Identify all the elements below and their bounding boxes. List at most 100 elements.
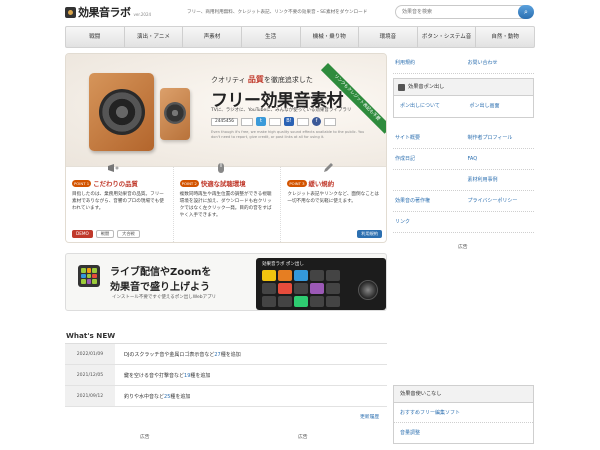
point-title: 緩い規約	[308, 180, 335, 188]
point-title: 快適な試聴環境	[200, 180, 246, 188]
news-text: DJのスクラッチ音や金属ロゴ表示音など27種を追加	[124, 351, 241, 358]
news-list: 2022/01/09 DJのスクラッチ音や金属ロゴ表示音など27種を追加 202…	[65, 343, 387, 407]
point-terms: POINT 3 緩い規約 クレジット表記やリンクなど、面倒なことは一切不用なので気…	[281, 163, 386, 242]
facebook-share-icon[interactable]: f	[311, 117, 321, 126]
nav-item-life[interactable]: 生活	[242, 27, 301, 47]
news-title: What's NEW	[66, 331, 116, 340]
nav-item-environment[interactable]: 環境音	[359, 27, 418, 47]
site-header: 効果音ラボ ver.2024 フリー、商用利用無料、クレジット表記、リンク不要の…	[0, 0, 600, 24]
speaker-illustration	[89, 73, 154, 151]
search-box: ⌕	[395, 5, 534, 19]
live-app-title: 効果音ラボ ポン出し	[262, 262, 304, 267]
sidebar-row: ポン出しについて ポン出し画面	[394, 96, 533, 117]
category-nav: 戦闘 演出・アニメ 声素材 生活 機械・乗り物 環境音 ボタン・システム音 自然…	[65, 26, 535, 48]
share-count	[296, 117, 309, 126]
search-button[interactable]: ⌕	[518, 5, 534, 19]
nav-item-nature[interactable]: 自然・動物	[476, 27, 534, 47]
ponndashi-about-link[interactable]: ポン出しについて	[394, 96, 464, 117]
sidebar-row: リンク	[393, 212, 534, 233]
tips-box-title: 効果音使いこなし	[394, 386, 533, 403]
copyright-link[interactable]: 効果音の著作権	[393, 191, 462, 211]
news-row: 2021/09/12 釣りや水中音など25種を追加	[65, 386, 387, 407]
ponndashi-box: 効果音ポン出し ポン出しについて ポン出し画面	[393, 78, 534, 118]
empty-link	[393, 170, 462, 190]
sidebar-row: 素材利用事例	[393, 170, 534, 191]
faq-link[interactable]: FAQ	[462, 149, 535, 169]
share-count	[323, 117, 336, 126]
ad-label: 広告	[140, 435, 150, 440]
terms-button[interactable]: 利用規約	[357, 230, 383, 238]
nav-item-anime[interactable]: 演出・アニメ	[125, 27, 184, 47]
privacy-link[interactable]: プライバシーポリシー	[462, 191, 535, 211]
share-row: 2445456 t B! f	[211, 117, 336, 126]
demo-battle-button[interactable]: 戦闘	[95, 230, 115, 238]
nav-item-voice[interactable]: 声素材	[183, 27, 242, 47]
tips-editor-link[interactable]: おすすめフリー編集ソフト	[394, 403, 533, 423]
demo-button[interactable]: DEMO	[72, 230, 93, 238]
twitter-share-icon[interactable]: t	[255, 117, 266, 126]
point-text: クレジット表記やリンクなど、面倒なことは一切不用なので気軽に使えます。	[287, 192, 379, 204]
site-logo[interactable]: 効果音ラボ ver.2024	[65, 5, 151, 19]
about-link[interactable]: サイト概要	[393, 128, 462, 148]
news-date: 2022/01/09	[65, 344, 115, 364]
point-number: POINT 2	[179, 180, 199, 187]
live-app-preview: 効果音ラボ ポン出し	[256, 258, 386, 310]
demo-war-button[interactable]: 大合戦	[117, 230, 140, 238]
link-page-link[interactable]: リンク	[393, 212, 462, 232]
mouse-icon	[217, 163, 224, 173]
megaphone-icon	[108, 164, 119, 172]
sidebar-row: 利用規約 お問い合わせ	[393, 53, 534, 74]
contact-link[interactable]: お問い合わせ	[462, 53, 535, 73]
live-banner[interactable]: ライブ配信やZoomを 効果音で盛り上げよう インストール不要ですぐ使えるポン出…	[65, 253, 387, 311]
news-history-link[interactable]: 更新履歴	[360, 413, 379, 420]
logo-version: ver.2024	[133, 11, 152, 17]
news-date: 2021/12/05	[65, 365, 115, 385]
sidebar-row: サイト概要 制作者プロフィール	[393, 128, 534, 149]
nav-item-button-system[interactable]: ボタン・システム音	[418, 27, 477, 47]
pad-icon	[398, 84, 405, 91]
point-text: 目指したのは、業務用効果音の品質。フリー素材でありながら、音響のプロの現場でも使…	[72, 192, 164, 211]
nav-item-machine[interactable]: 機械・乗り物	[301, 27, 360, 47]
live-note: インストール不要ですぐ使えるポン出しWebアプリ	[112, 295, 217, 300]
diary-link[interactable]: 作成日記	[393, 149, 462, 169]
pad-grid	[262, 270, 340, 307]
hero-subtitle: TVに、ラジオに、YouTubeに、みんなが使っている効果音ライブラリ	[211, 108, 352, 113]
speaker-small-illustration	[160, 88, 190, 140]
search-icon: ⌕	[524, 8, 528, 16]
hero-banner: リンクもクレジット表記も不要 クオリティ 品質を徹底追求した フリー効果音素材 …	[65, 53, 387, 243]
sidebar-links: サイト概要 制作者プロフィール 作成日記 FAQ 素材利用事例 効果音の著作権 …	[393, 128, 534, 233]
point-number: POINT 3	[287, 180, 307, 187]
tips-volume-link[interactable]: 音量調整	[394, 423, 533, 443]
sidebar: 利用規約 お問い合わせ 効果音ポン出し ポン出しについて ポン出し画面 サイト概…	[393, 53, 534, 233]
ponndashi-screen-link[interactable]: ポン出し画面	[464, 96, 534, 117]
terms-link[interactable]: 利用規約	[393, 53, 462, 73]
sidebar-ad-label: 広告	[458, 245, 468, 250]
sidebar-row: 効果音の著作権 プライバシーポリシー	[393, 191, 534, 212]
news-row: 2021/12/05 鍵を空ける音や打撃音など19種を追加	[65, 365, 387, 386]
point-number: POINT 1	[72, 180, 92, 187]
hero-top: リンクもクレジット表記も不要 クオリティ 品質を徹底追求した フリー効果音素材 …	[66, 54, 386, 166]
profile-link[interactable]: 制作者プロフィール	[462, 128, 535, 148]
site-tagline: フリー、商用利用無料、クレジット表記、リンク不要の効果音・SE素材をダウンロード	[187, 10, 368, 15]
hatena-share-icon[interactable]: B!	[283, 117, 294, 126]
logo-icon	[65, 6, 76, 18]
launchpad-icon	[78, 265, 100, 287]
usage-cases-link[interactable]: 素材利用事例	[462, 170, 535, 190]
tips-box: 効果音使いこなし おすすめフリー編集ソフト 音量調整	[393, 385, 534, 444]
nav-item-battle[interactable]: 戦闘	[66, 27, 125, 47]
point-listening: POINT 2 快適な試聴環境 複数同時再生や再生位置の調整ができる視聴環境を設計…	[174, 163, 282, 242]
volume-knob-icon	[358, 280, 378, 300]
live-headline-1: ライブ配信やZoomを	[110, 267, 212, 278]
hero-note: Even though it's free, we make high qual…	[211, 130, 365, 139]
news-text: 釣りや水中音など25種を追加	[124, 393, 191, 400]
empty-link	[462, 212, 535, 232]
live-headline-2: 効果音で盛り上げよう	[110, 282, 210, 293]
point-title: こだわりの品質	[93, 180, 138, 188]
ponndashi-box-title: 効果音ポン出し	[394, 79, 533, 96]
point-text: 複数同時再生や再生位置の調整ができる視聴環境を設計に加え、ダウンロードも右クリッ…	[179, 192, 272, 218]
pencil-icon	[324, 163, 334, 172]
news-text: 鍵を空ける音や打撃音など19種を追加	[124, 372, 211, 379]
search-input[interactable]	[396, 6, 506, 18]
logo-text: 効果音ラボ	[78, 6, 131, 19]
sidebar-row: 作成日記 FAQ	[393, 149, 534, 170]
